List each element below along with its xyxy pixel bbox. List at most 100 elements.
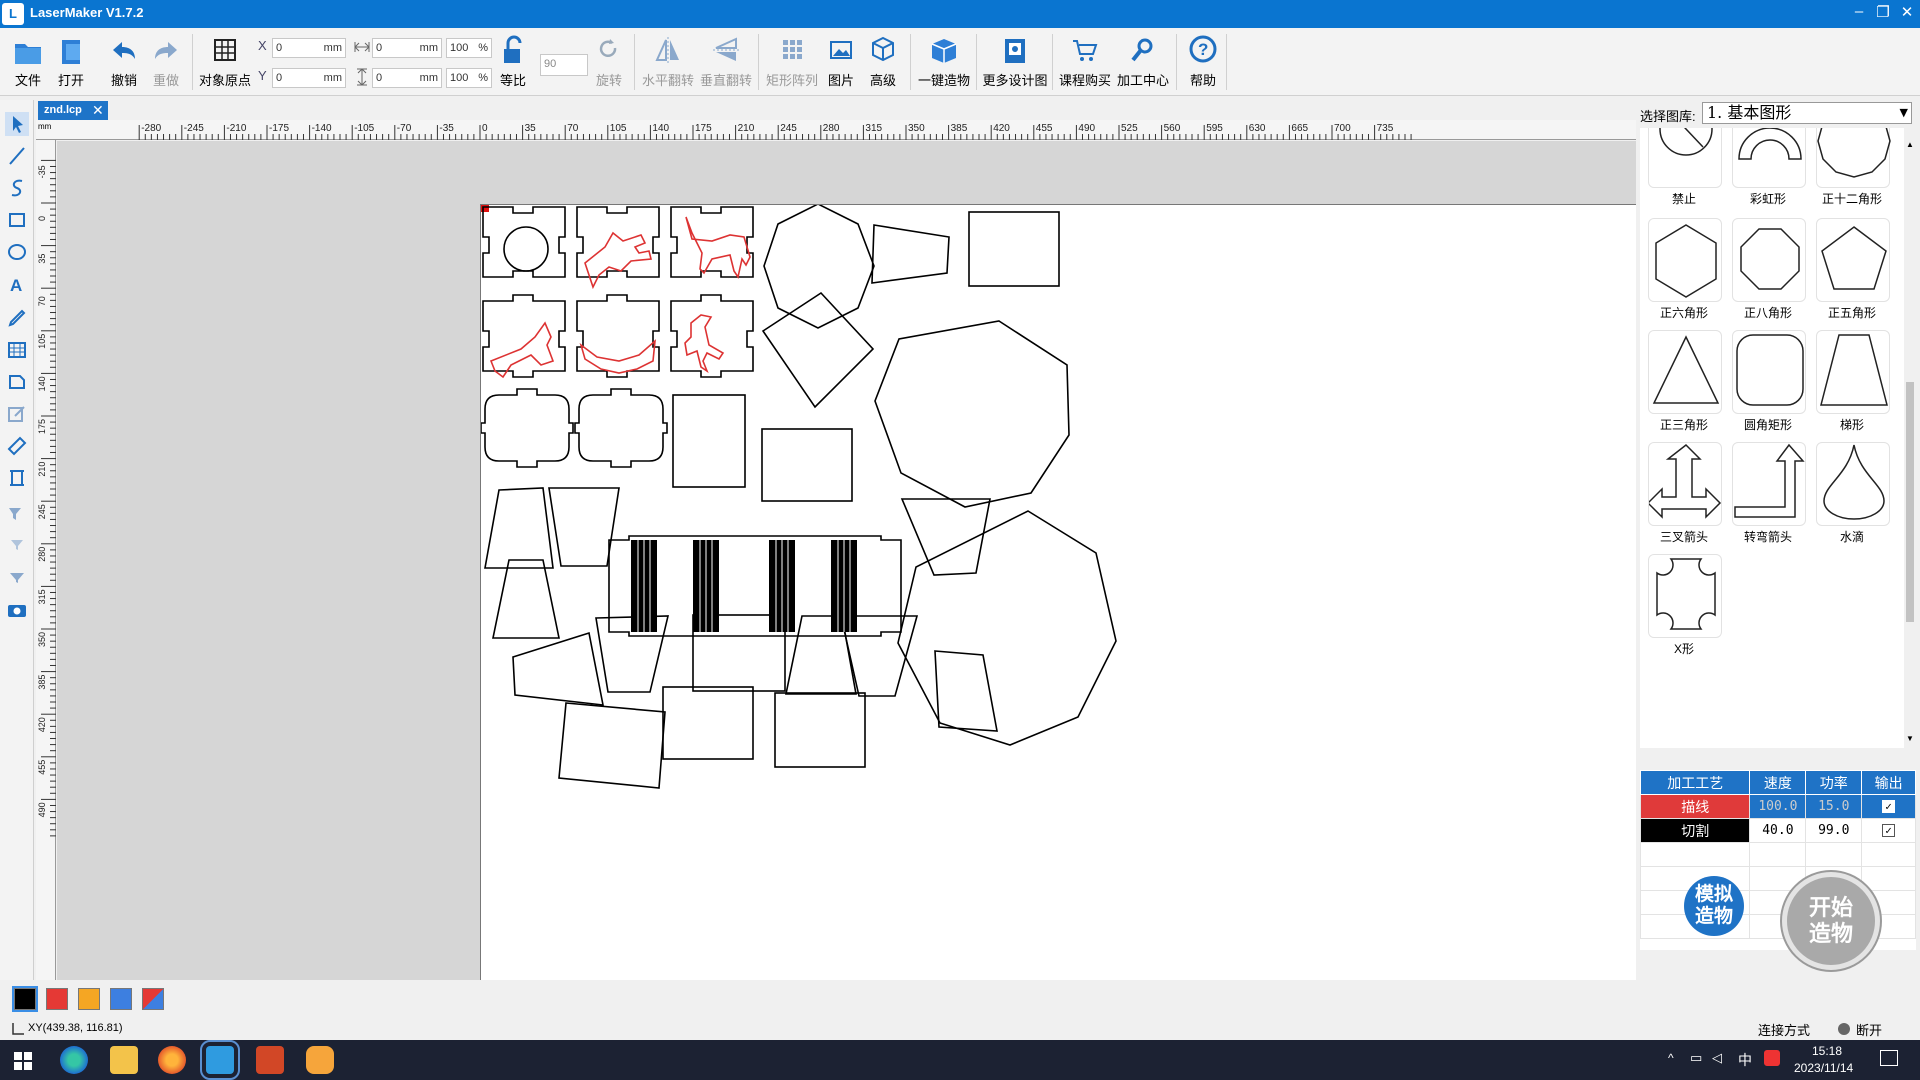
open-button[interactable]: 打开 [54, 34, 88, 92]
start-button[interactable]: 开始 造物 [1782, 872, 1880, 970]
shape-item-tri-arrow[interactable]: 三叉箭头 [1642, 442, 1726, 550]
document-tab[interactable]: znd.lcp ✕ [38, 101, 108, 120]
shape-item-water-drop[interactable]: 水滴 [1810, 442, 1894, 550]
edit-tool-icon[interactable] [5, 402, 29, 426]
firefox-icon[interactable] [158, 1046, 186, 1074]
camera-tool-icon[interactable] [5, 598, 29, 622]
shape-item-rainbow[interactable]: 彩虹形 [1726, 128, 1810, 212]
library-dropdown[interactable]: 1. 基本图形 ▼ [1702, 102, 1912, 124]
x-input[interactable]: 0 mm [272, 38, 346, 58]
table-row[interactable]: 描线 100.0 15.0 ✓ [1639, 794, 1916, 819]
rotate-button[interactable]: 旋转 [592, 34, 626, 92]
restore-button[interactable]: ❐ [1870, 3, 1896, 21]
power-value[interactable]: 15.0 [1805, 794, 1863, 819]
hexagon-icon [1655, 224, 1717, 298]
redo-button[interactable]: 重做 [150, 34, 182, 92]
processing-center-button[interactable]: 加工中心 [1116, 34, 1170, 92]
speed-value[interactable]: 40.0 [1749, 818, 1807, 843]
rect-array-button[interactable]: 矩形阵列 [764, 34, 820, 92]
rectangle-tool-icon[interactable] [5, 208, 29, 232]
process-name[interactable]: 描线 [1639, 794, 1751, 819]
select-tool-icon[interactable] [5, 112, 29, 136]
height-input[interactable]: 0 mm [372, 68, 442, 88]
lock-ratio-button[interactable]: 等比 [496, 34, 530, 92]
shape-tool-icon[interactable] [5, 370, 29, 394]
output-checkbox[interactable]: ✓ [1861, 818, 1916, 843]
library-scrollbar[interactable]: ▲ ▼ [1904, 128, 1916, 748]
color-swatch-orange[interactable] [78, 988, 100, 1010]
shape-item-octagon[interactable]: 正八角形 [1726, 218, 1810, 326]
course-purchase-button[interactable]: 课程购买 [1058, 34, 1112, 92]
shape-item-rounded-rect[interactable]: 圆角矩形 [1726, 330, 1810, 438]
shape-item-x-shape[interactable]: X形 [1642, 554, 1726, 662]
powerpoint-icon[interactable] [256, 1046, 284, 1074]
tray-arrow-icon[interactable]: ^ [1668, 1051, 1674, 1065]
vertical-flip-icon [713, 37, 739, 61]
app-taskbar-icon[interactable] [306, 1046, 334, 1074]
measure-tool-icon[interactable] [5, 466, 29, 490]
shape-item-dodecagon[interactable]: 正十二角形 [1810, 128, 1894, 212]
edge-icon[interactable] [60, 1046, 88, 1074]
arrange-tool-icon[interactable] [5, 564, 29, 588]
more-designs-button[interactable]: 更多设计图 [982, 34, 1048, 92]
horizontal-flip-button[interactable]: 水平翻转 [640, 34, 696, 92]
table-tool-icon[interactable] [5, 338, 29, 362]
help-button[interactable]: ? 帮助 [1186, 34, 1220, 92]
tab-close-icon[interactable]: ✕ [92, 101, 104, 120]
process-name[interactable]: 切割 [1639, 818, 1751, 843]
distribute-tool-icon[interactable] [5, 532, 29, 556]
one-click-make-button[interactable]: 一键造物 [916, 34, 972, 92]
ime-app-icon[interactable] [1764, 1050, 1780, 1066]
height-scale-input[interactable]: 100% [446, 68, 492, 88]
work-area[interactable] [480, 204, 1636, 980]
volume-icon[interactable]: ◁ [1712, 1050, 1722, 1066]
notification-icon[interactable] [1880, 1050, 1898, 1066]
close-button[interactable]: ✕ [1894, 3, 1920, 21]
width-scale-input[interactable]: 100% [446, 38, 492, 58]
design-drawing[interactable] [481, 205, 1637, 981]
scroll-thumb[interactable] [1906, 382, 1914, 622]
minimize-button[interactable]: – [1846, 3, 1872, 20]
object-origin-button[interactable]: 对象原点 [198, 34, 252, 92]
color-swatch-black[interactable] [12, 986, 38, 1012]
shape-item-forbid[interactable]: 禁止 [1642, 128, 1726, 212]
curve-tool-icon[interactable] [5, 176, 29, 200]
color-swatch-red[interactable] [46, 988, 68, 1010]
color-swatch-blue[interactable] [110, 988, 132, 1010]
line-tool-icon[interactable] [5, 144, 29, 168]
ime-indicator[interactable]: 中 [1738, 1050, 1752, 1070]
app-logo: L [2, 3, 24, 25]
shape-item-pentagon[interactable]: 正五角形 [1810, 218, 1894, 326]
shape-item-triangle[interactable]: 正三角形 [1642, 330, 1726, 438]
lasermaker-taskbar-icon[interactable] [200, 1040, 240, 1080]
shape-item-turn-arrow[interactable]: 转弯箭头 [1726, 442, 1810, 550]
file-button[interactable]: 文件 [12, 34, 44, 92]
canvas-area[interactable] [57, 141, 1636, 980]
undo-button[interactable]: 撤销 [108, 34, 140, 92]
shape-item-trapezoid[interactable]: 梯形 [1810, 330, 1894, 438]
y-input[interactable]: 0 mm [272, 68, 346, 88]
table-row[interactable]: 切割 40.0 99.0 ✓ [1639, 818, 1916, 843]
ruler-unit-label: mm [38, 122, 52, 131]
network-icon[interactable]: ▭ [1690, 1050, 1702, 1066]
image-button[interactable]: 图片 [826, 34, 856, 92]
power-value[interactable]: 99.0 [1805, 818, 1863, 843]
vertical-flip-button[interactable]: 垂直翻转 [698, 34, 754, 92]
advanced-button[interactable]: 高级 [868, 34, 898, 92]
align-tool-icon[interactable] [5, 500, 29, 524]
windows-start-icon[interactable] [14, 1052, 32, 1070]
output-checkbox[interactable]: ✓ [1861, 794, 1916, 819]
speed-value[interactable]: 100.0 [1749, 794, 1807, 819]
ruler-tool-icon[interactable] [5, 434, 29, 458]
unlock-icon [504, 35, 522, 63]
color-swatch-multi[interactable] [142, 988, 164, 1010]
text-tool-icon[interactable]: A [5, 272, 29, 296]
ellipse-tool-icon[interactable] [5, 240, 29, 264]
simulate-button[interactable]: 模拟 造物 [1684, 876, 1744, 936]
ruler-tick-label: 140 [652, 123, 669, 134]
pen-tool-icon[interactable] [5, 306, 29, 330]
shape-item-hexagon[interactable]: 正六角形 [1642, 218, 1726, 326]
file-explorer-icon[interactable] [110, 1046, 138, 1074]
rotate-angle-input[interactable]: 90 [540, 54, 588, 76]
width-input[interactable]: 0 mm [372, 38, 442, 58]
